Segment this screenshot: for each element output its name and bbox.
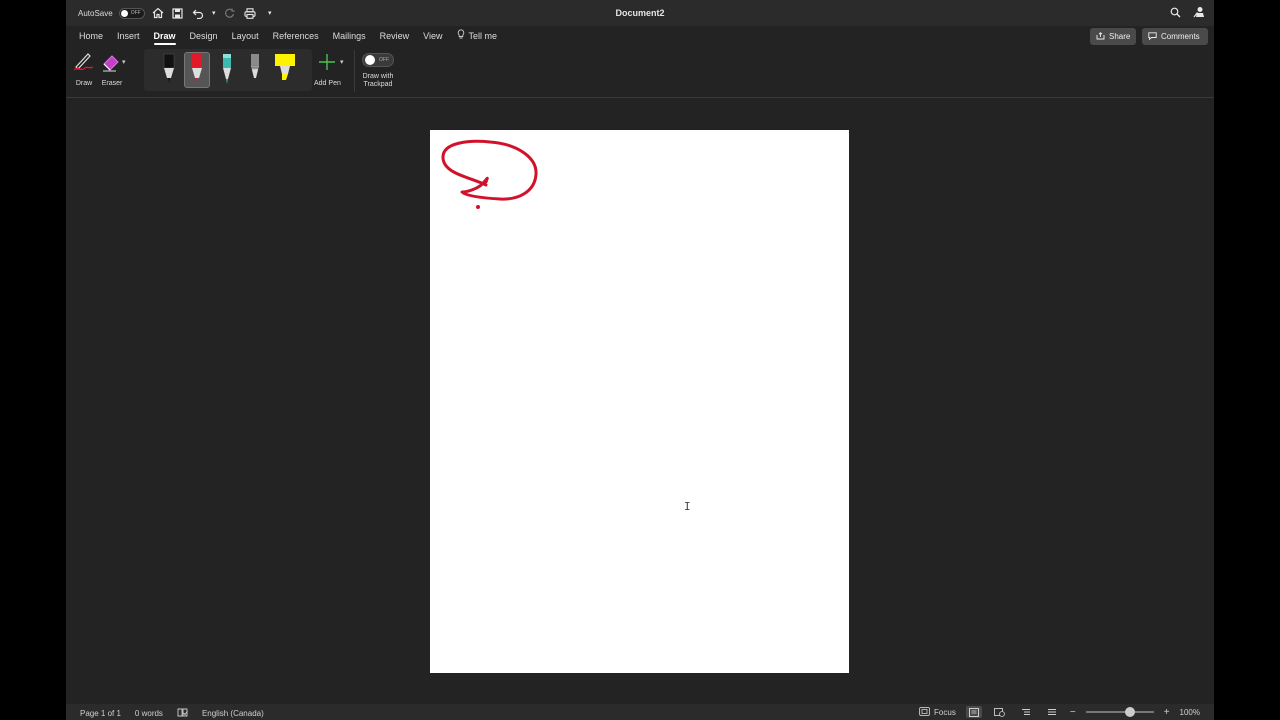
focus-icon xyxy=(919,706,930,718)
document-title: Document2 xyxy=(615,8,665,18)
ink-stroke-circle[interactable] xyxy=(441,139,538,201)
trackpad-state: OFF xyxy=(379,57,389,63)
text-cursor-icon: I xyxy=(684,500,691,513)
comments-label: Comments xyxy=(1161,32,1200,41)
language-status[interactable]: English (Canada) xyxy=(202,709,264,718)
tab-references[interactable]: References xyxy=(266,26,326,46)
draw-tool[interactable]: Draw xyxy=(72,50,96,87)
tab-tell-me[interactable]: Tell me xyxy=(450,26,505,46)
eraser-dropdown-icon[interactable]: ▾ xyxy=(122,58,126,66)
black-pen[interactable] xyxy=(156,52,182,88)
tab-layout[interactable]: Layout xyxy=(225,26,266,46)
document-page[interactable] xyxy=(430,130,849,673)
search-icon[interactable] xyxy=(1168,5,1182,19)
zoom-level[interactable]: 100% xyxy=(1180,708,1200,717)
add-pen-button[interactable]: Add Pen xyxy=(314,50,341,87)
ink-drawing[interactable] xyxy=(430,130,849,673)
yellow-highlighter[interactable] xyxy=(272,52,298,88)
draw-ribbon: Draw Eraser ▾ Add Pen ▾ OFF Draw with Tr… xyxy=(66,46,1214,98)
comments-button[interactable]: Comments xyxy=(1142,28,1208,45)
ribbon-divider xyxy=(354,50,355,92)
pen-gallery xyxy=(144,49,312,91)
share-button[interactable]: Share xyxy=(1090,28,1136,45)
gray-pencil[interactable] xyxy=(242,52,268,88)
red-pen[interactable] xyxy=(184,52,210,88)
plus-icon xyxy=(315,50,339,76)
share-icon xyxy=(1096,31,1105,42)
trackpad-toggle[interactable]: OFF xyxy=(362,53,394,67)
ribbon-tabs: Home Insert Draw Design Layout Reference… xyxy=(66,26,1214,46)
eraser-label: Eraser xyxy=(101,80,123,87)
focus-button[interactable]: Focus xyxy=(919,706,956,718)
lightbulb-icon xyxy=(457,26,465,46)
tab-draw[interactable]: Draw xyxy=(147,26,183,46)
zoom-in-icon[interactable]: + xyxy=(1164,707,1170,718)
add-pen-dropdown-icon[interactable]: ▾ xyxy=(340,58,344,66)
page-count[interactable]: Page 1 of 1 xyxy=(80,709,121,718)
proofing-icon[interactable] xyxy=(177,708,188,719)
tab-review[interactable]: Review xyxy=(373,26,417,46)
comment-icon xyxy=(1148,31,1157,42)
zoom-slider[interactable] xyxy=(1085,707,1154,717)
zoom-out-icon[interactable]: − xyxy=(1070,707,1076,718)
eraser-tool[interactable]: Eraser xyxy=(100,50,124,87)
trackpad-label-line1: Draw with xyxy=(362,73,394,80)
eraser-icon xyxy=(100,50,124,76)
draft-view-icon[interactable] xyxy=(1044,706,1060,718)
outline-view-icon[interactable] xyxy=(1018,706,1034,718)
tab-insert[interactable]: Insert xyxy=(110,26,147,46)
draw-pen-icon xyxy=(72,50,96,76)
tab-mailings[interactable]: Mailings xyxy=(326,26,373,46)
trackpad-label-line2: Trackpad xyxy=(363,81,393,88)
toggle-knob xyxy=(365,55,375,65)
teal-pencil[interactable] xyxy=(214,52,240,88)
tab-view[interactable]: View xyxy=(416,26,449,46)
status-bar: Page 1 of 1 0 words English (Canada) Foc… xyxy=(66,704,1214,720)
draw-label: Draw xyxy=(75,80,93,87)
zoom-slider-thumb[interactable] xyxy=(1124,707,1135,717)
tell-me-label: Tell me xyxy=(468,31,498,41)
word-count[interactable]: 0 words xyxy=(135,709,163,718)
share-label: Share xyxy=(1109,32,1131,41)
print-layout-view-icon[interactable] xyxy=(965,706,982,718)
account-icon[interactable] xyxy=(1192,5,1206,19)
add-pen-label: Add Pen xyxy=(314,80,341,87)
focus-label: Focus xyxy=(934,707,956,717)
ink-dot[interactable] xyxy=(476,205,480,209)
title-bar: AutoSave OFF ▾ ▾ Document2 xyxy=(66,0,1214,26)
word-window: AutoSave OFF ▾ ▾ Document2 Home Insert D… xyxy=(66,0,1214,720)
tab-design[interactable]: Design xyxy=(183,26,225,46)
draw-with-trackpad[interactable]: OFF Draw with Trackpad xyxy=(362,50,394,88)
web-layout-view-icon[interactable] xyxy=(992,706,1008,718)
tab-home[interactable]: Home xyxy=(72,26,110,46)
